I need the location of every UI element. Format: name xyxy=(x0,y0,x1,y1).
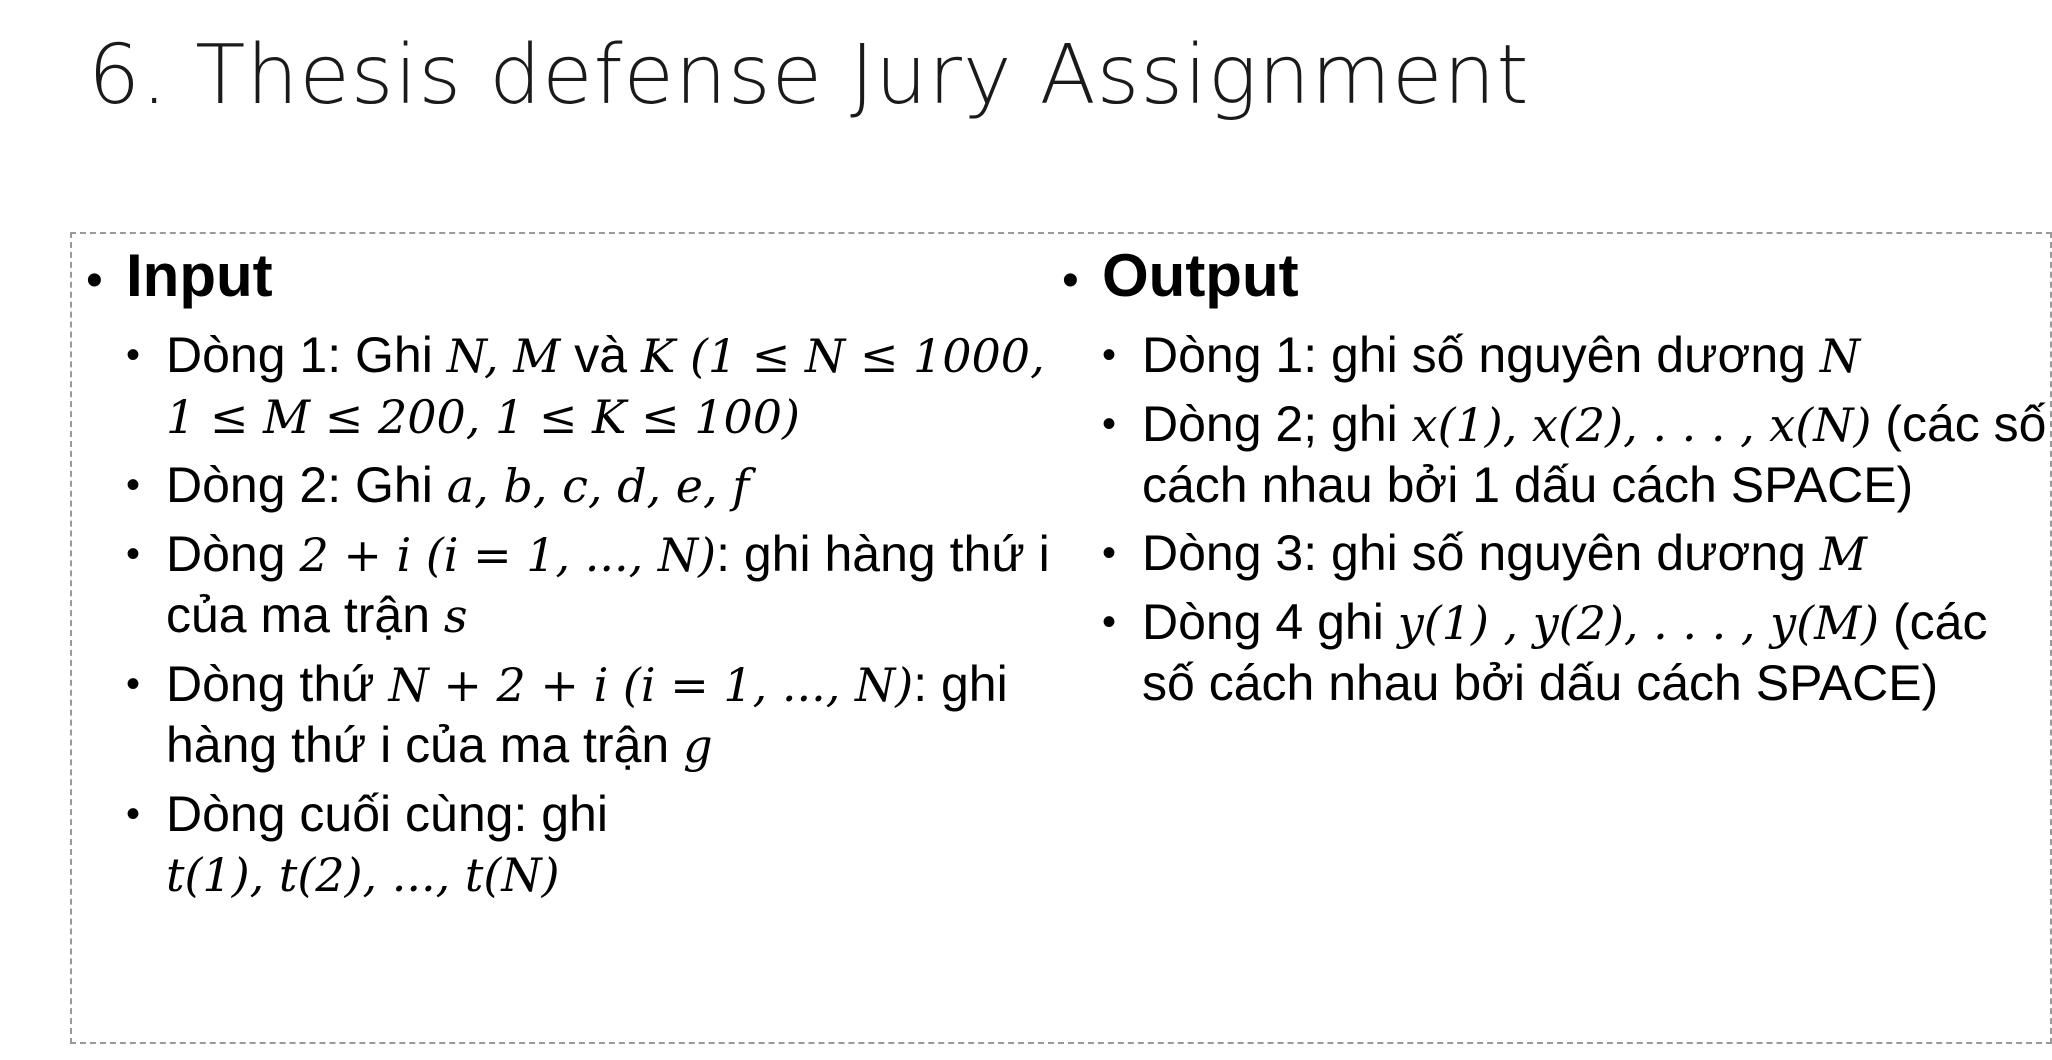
input-column: • Input Dòng 1: Ghi N, M và K (1 ≤ N ≤ 1… xyxy=(86,236,1066,913)
output-list: Dòng 1: ghi số nguyên dương N Dòng 2; gh… xyxy=(1062,325,2052,713)
input-item-1: Dòng 1: Ghi N, M và K (1 ≤ N ≤ 1000, 1 ≤… xyxy=(126,325,1066,447)
input-item-5-text: Dòng cuối cùng: ghi xyxy=(166,786,608,842)
input-item-1-math-vars: N, M xyxy=(446,329,561,383)
output-item-4-text: Dòng 4 ghi xyxy=(1142,594,1398,650)
input-list: Dòng 1: Ghi N, M và K (1 ≤ N ≤ 1000, 1 ≤… xyxy=(86,325,1066,905)
input-heading-row: • Input xyxy=(86,236,1066,321)
output-item-1-text: Dòng 1: ghi số nguyên dương xyxy=(1142,327,1820,383)
input-item-2-text: Dòng 2: Ghi xyxy=(166,457,447,513)
input-item-3-text: Dòng xyxy=(166,526,300,582)
output-column: • Output Dòng 1: ghi số nguyên dương N D… xyxy=(1062,236,2052,721)
input-item-4-math-g: g xyxy=(683,719,713,773)
slide-title: 6. Thesis defense Jury Assignment xyxy=(88,28,1530,123)
input-item-3-math: 2 + i (i = 1, ..., N) xyxy=(299,528,717,582)
input-item-5-math: t(1), t(2), ..., t(N) xyxy=(166,848,560,902)
output-item-3-math: M xyxy=(1819,527,1867,581)
input-item-4-math: N + 2 + i (i = 1, ..., N) xyxy=(388,658,914,712)
output-item-4: Dòng 4 ghi y(1) , y(2), . . . , y(M) (cá… xyxy=(1102,592,2052,713)
input-item-3: Dòng 2 + i (i = 1, ..., N): ghi hàng thứ… xyxy=(126,524,1066,646)
input-item-1-text-2: và xyxy=(560,327,641,383)
output-item-2-text: Dòng 2; ghi xyxy=(1142,396,1412,452)
input-item-3-math-s: s xyxy=(443,589,468,643)
output-item-2: Dòng 2; ghi x(1), x(2), . . . , x(N) (cá… xyxy=(1102,394,2052,515)
output-item-1-math: N xyxy=(1819,329,1861,383)
output-item-2-math: x(1), x(2), . . . , x(N) xyxy=(1411,398,1872,452)
input-heading: Input xyxy=(126,242,273,309)
output-heading-row: • Output xyxy=(1062,236,2052,321)
input-item-4-text: Dòng thứ xyxy=(166,656,389,712)
bullet-icon: • xyxy=(1062,254,1079,307)
output-item-3: Dòng 3: ghi số nguyên dương M xyxy=(1102,523,2052,584)
output-heading: Output xyxy=(1102,242,1299,309)
input-item-2-math: a, b, c, d, e, f xyxy=(446,459,750,513)
output-item-3-text: Dòng 3: ghi số nguyên dương xyxy=(1142,525,1820,581)
input-item-1-math-k: K xyxy=(640,329,676,383)
input-item-5: Dòng cuối cùng: ghi t(1), t(2), ..., t(N… xyxy=(126,784,1066,905)
output-item-4-math: y(1) , y(2), . . . , y(M) xyxy=(1397,596,1880,650)
input-item-4: Dòng thứ N + 2 + i (i = 1, ..., N): ghi … xyxy=(126,654,1066,776)
input-item-2: Dòng 2: Ghi a, b, c, d, e, f xyxy=(126,455,1066,516)
bullet-icon: • xyxy=(86,254,103,307)
input-item-1-text: Dòng 1: Ghi xyxy=(166,327,447,383)
output-item-1: Dòng 1: ghi số nguyên dương N xyxy=(1102,325,2052,386)
